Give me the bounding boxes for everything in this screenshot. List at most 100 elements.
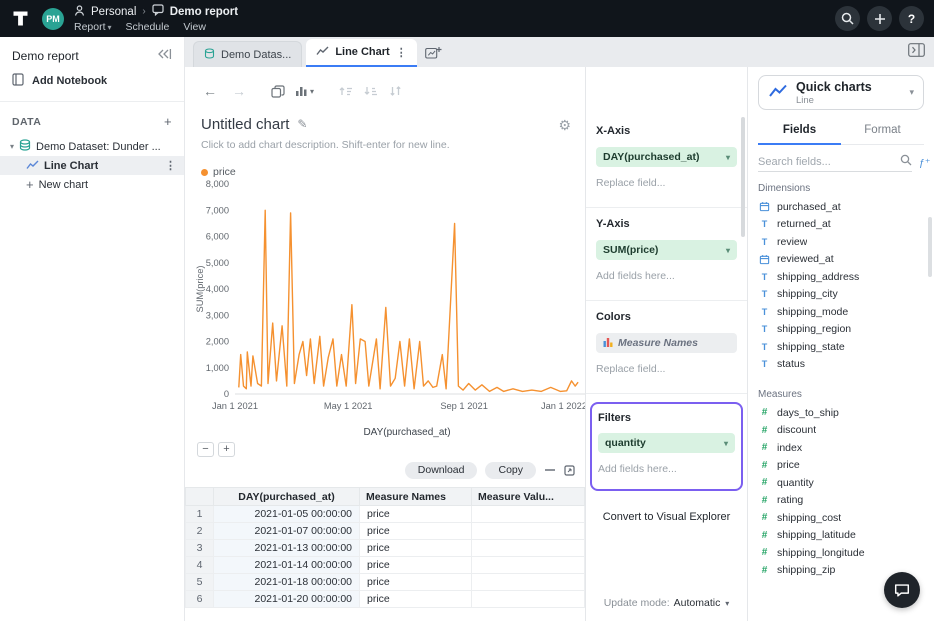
download-button[interactable]: Download [405,462,478,479]
search-fields-input[interactable] [758,156,900,168]
colors-field-pill[interactable]: Measure Names [596,333,737,353]
zoom-out-button[interactable]: − [197,442,214,457]
chart-type-picker-icon[interactable]: ▾ [295,85,314,97]
new-chart-button[interactable]: + New chart [0,175,184,194]
chart-title[interactable]: Untitled chart [201,116,289,133]
field-item-purchased_at[interactable]: purchased_at [758,198,924,216]
chart-settings-gear-icon[interactable]: ⚙ [558,117,571,134]
tab-demo-dataset[interactable]: Demo Datas... [193,41,302,67]
table-row[interactable]: 22021-01-07 00:00:00price [186,523,585,540]
number-icon: # [758,425,771,436]
chat-support-button[interactable] [884,572,920,608]
tab-format[interactable]: Format [841,118,924,144]
table-header-measure-names[interactable]: Measure Names [360,488,472,506]
field-item-returned_at[interactable]: Treturned_at [758,216,924,234]
field-item-index[interactable]: #index [758,439,924,457]
text-icon: T [758,342,771,352]
chart-legend[interactable]: price [201,166,585,178]
edit-title-pencil-icon[interactable]: ✎ [297,117,307,131]
table-header-date[interactable]: DAY(purchased_at) [214,488,360,506]
table-row[interactable]: 32021-01-13 00:00:00price [186,540,585,557]
field-item-rating[interactable]: #rating [758,492,924,510]
svg-text:8,000: 8,000 [206,179,229,189]
topbar: PM Personal › Demo report Report▾ Schedu… [0,0,934,37]
menu-report[interactable]: Report▾ [74,21,112,33]
add-notebook-button[interactable]: Add Notebook [12,73,172,89]
svg-text:7,000: 7,000 [206,205,229,215]
table-row[interactable]: 52021-01-18 00:00:00price [186,574,585,591]
undo-back-icon[interactable]: ← [203,83,217,99]
menu-view[interactable]: View [183,21,206,33]
collapse-table-icon[interactable] [544,465,556,475]
filters-section-highlighted: Filters quantity▾ Add fields here... [590,402,743,491]
filters-dropzone[interactable]: Add fields here... [598,463,735,475]
workspace-name[interactable]: Personal [91,6,136,18]
field-item-shipping_state[interactable]: Tshipping_state [758,338,924,356]
duplicate-chart-icon[interactable] [271,85,285,98]
field-item-shipping_region[interactable]: Tshipping_region [758,321,924,339]
field-label: quantity [777,477,814,489]
svg-text:5,000: 5,000 [206,258,229,268]
collapse-sidebar-icon[interactable] [157,48,172,63]
field-item-shipping_latitude[interactable]: #shipping_latitude [758,527,924,545]
line-chart-svg[interactable]: 01,0002,0003,0004,0005,0006,0007,0008,00… [189,178,585,440]
copy-button[interactable]: Copy [485,462,536,479]
zoom-in-button[interactable]: + [218,442,235,457]
help-button[interactable]: ? [899,6,924,31]
number-icon: # [758,512,771,523]
field-item-review[interactable]: Treview [758,233,924,251]
field-item-price[interactable]: #price [758,457,924,475]
search-button[interactable] [835,6,860,31]
filters-field-pill[interactable]: quantity▾ [598,433,735,453]
tab-fields[interactable]: Fields [758,118,841,145]
field-label: review [777,236,807,248]
menu-schedule[interactable]: Schedule [126,21,170,33]
app-logo-icon[interactable] [8,7,32,31]
avatar[interactable]: PM [42,8,64,30]
tab-line-chart[interactable]: Line Chart ⋮ [306,39,416,67]
field-item-shipping_mode[interactable]: Tshipping_mode [758,303,924,321]
table-row[interactable]: 62021-01-20 00:00:00price [186,591,585,608]
field-item-reviewed_at[interactable]: reviewed_at [758,251,924,269]
field-item-shipping_longitude[interactable]: #shipping_longitude [758,544,924,562]
chart-description[interactable]: Click to add chart description. Shift-en… [201,139,569,152]
fields-scrollbar[interactable] [928,217,932,277]
field-item-shipping_city[interactable]: Tshipping_city [758,286,924,304]
report-name[interactable]: Demo report [170,6,238,18]
y-axis-field-pill[interactable]: SUM(price)▾ [596,240,737,260]
add-button[interactable] [867,6,892,31]
kebab-menu-icon[interactable]: ⋮ [165,159,184,172]
dataset-tree-item[interactable]: ▾ Demo Dataset: Dunder ... [0,137,184,156]
sidebar-report-title: Demo report [12,49,79,63]
new-tab-button[interactable] [425,46,442,62]
table-header-measure-value[interactable]: Measure Valu... [472,488,585,506]
quick-charts-selector[interactable]: Quick charts Line ▾ [758,75,924,110]
field-item-status[interactable]: Tstatus [758,356,924,374]
field-item-days_to_ship[interactable]: #days_to_ship [758,404,924,422]
field-item-quantity[interactable]: #quantity [758,474,924,492]
add-data-button[interactable]: + [164,114,172,129]
table-row[interactable]: 42021-01-14 00:00:00price [186,557,585,574]
config-scrollbar[interactable] [741,117,745,237]
update-mode-select[interactable]: Automatic ▾ [674,597,730,609]
table-row[interactable]: 12021-01-05 00:00:00price [186,506,585,523]
field-item-shipping_address[interactable]: Tshipping_address [758,268,924,286]
field-item-discount[interactable]: #discount [758,422,924,440]
x-axis-dropzone[interactable]: Replace field... [596,177,737,189]
kebab-menu-icon[interactable]: ⋮ [396,46,407,59]
y-axis-dropzone[interactable]: Add fields here... [596,270,737,282]
mini-columns-icon [603,337,613,350]
field-item-shipping_cost[interactable]: #shipping_cost [758,509,924,527]
formula-fx-icon[interactable]: ƒ⁺ [919,157,930,169]
sidebar-item-line-chart[interactable]: Line Chart ⋮ [0,156,184,175]
line-chart-icon [768,83,788,102]
x-axis-field-pill[interactable]: DAY(purchased_at)▾ [596,147,737,167]
expand-table-icon[interactable] [564,465,575,476]
convert-to-visual-explorer-link[interactable]: Convert to Visual Explorer [586,511,747,523]
result-table-body: 12021-01-05 00:00:00price22021-01-07 00:… [186,506,585,608]
chevron-down-icon: ▾ [724,439,728,448]
panel-toggle-icon[interactable] [908,43,925,60]
colors-dropzone[interactable]: Replace field... [596,363,737,375]
field-label: shipping_address [777,271,859,283]
y-axis-section: Y-Axis SUM(price)▾ Add fields here... [586,208,747,301]
